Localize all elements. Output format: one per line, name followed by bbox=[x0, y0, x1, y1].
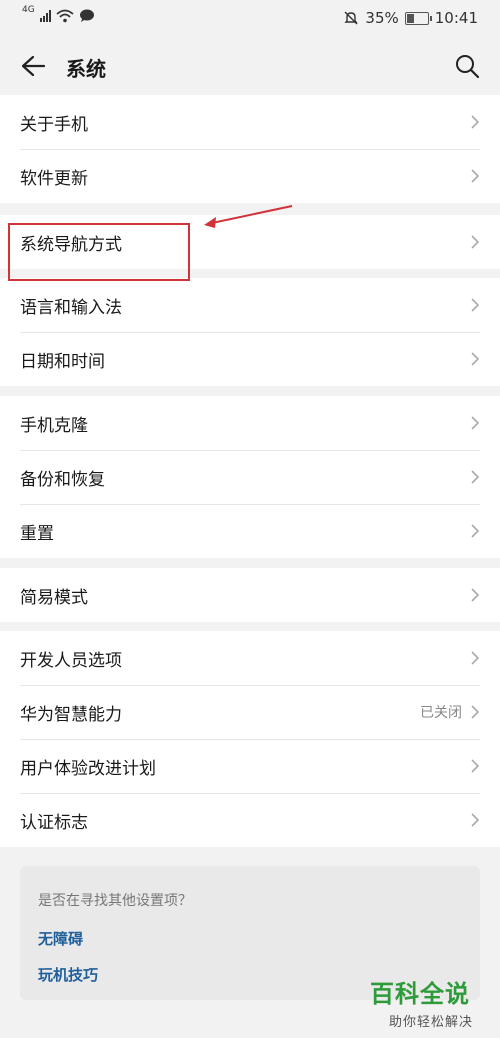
mute-icon bbox=[344, 11, 359, 25]
settings-group-about: 关于手机 软件更新 bbox=[0, 95, 500, 203]
settings-item-software-update[interactable]: 软件更新 bbox=[0, 149, 500, 203]
settings-item-phone-clone[interactable]: 手机克隆 bbox=[0, 396, 500, 450]
chevron-right-icon bbox=[471, 298, 480, 312]
network-type: 4G bbox=[22, 5, 35, 15]
settings-item-label: 开发人员选项 bbox=[20, 650, 122, 671]
settings-item-huawei-smart[interactable]: 华为智慧能力 已关闭 bbox=[0, 685, 500, 739]
settings-item-language-input[interactable]: 语言和输入法 bbox=[0, 278, 500, 332]
chevron-right-icon bbox=[471, 352, 480, 366]
annotation-highlight-box bbox=[8, 223, 190, 281]
settings-item-label: 重置 bbox=[20, 523, 54, 544]
settings-group-language: 语言和输入法 日期和时间 bbox=[0, 278, 500, 386]
settings-group-simple: 简易模式 bbox=[0, 568, 500, 622]
suggestions-title: 是否在寻找其他设置项？ bbox=[38, 893, 192, 909]
settings-item-simple-mode[interactable]: 简易模式 bbox=[0, 568, 500, 622]
watermark-sub: 助你轻松解决 bbox=[388, 1015, 473, 1030]
settings-item-label: 华为智慧能力 bbox=[20, 704, 122, 725]
settings-item-label: 语言和输入法 bbox=[20, 297, 122, 318]
page-title: 系统 bbox=[66, 57, 106, 81]
suggestion-link-accessibility[interactable]: 无障碍 bbox=[38, 928, 83, 949]
chevron-right-icon bbox=[471, 416, 480, 430]
battery-icon bbox=[404, 11, 432, 25]
settings-item-label: 简易模式 bbox=[20, 587, 88, 608]
settings-item-label: 认证标志 bbox=[20, 812, 88, 833]
settings-item-label: 备份和恢复 bbox=[20, 469, 105, 490]
wifi-icon bbox=[56, 9, 74, 23]
settings-group-advanced: 开发人员选项 华为智慧能力 已关闭 用户体验改进计划 认证标志 bbox=[0, 631, 500, 847]
settings-item-label: 日期和时间 bbox=[20, 351, 105, 372]
settings-item-date-time[interactable]: 日期和时间 bbox=[0, 332, 500, 386]
clock: 10:41 bbox=[434, 9, 478, 27]
chevron-right-icon bbox=[471, 169, 480, 183]
chevron-right-icon bbox=[471, 705, 480, 719]
battery-percent: 35% bbox=[365, 9, 399, 27]
suggestion-link-tips[interactable]: 玩机技巧 bbox=[38, 964, 98, 985]
status-bar: 4G 35% 10:41 bbox=[0, 0, 500, 38]
search-icon[interactable] bbox=[454, 53, 480, 79]
settings-item-label: 软件更新 bbox=[20, 168, 88, 189]
watermark-main: 百科全说 bbox=[370, 980, 470, 1008]
chevron-right-icon bbox=[471, 235, 480, 249]
settings-item-status: 已关闭 bbox=[420, 705, 462, 721]
message-icon bbox=[79, 9, 94, 22]
settings-item-user-experience[interactable]: 用户体验改进计划 bbox=[0, 739, 500, 793]
app-header: 系统 bbox=[0, 38, 500, 94]
signal-icon bbox=[39, 10, 51, 22]
settings-item-label: 关于手机 bbox=[20, 114, 88, 135]
chevron-right-icon bbox=[471, 524, 480, 538]
back-arrow-icon[interactable] bbox=[20, 54, 46, 78]
settings-item-reset[interactable]: 重置 bbox=[0, 504, 500, 558]
chevron-right-icon bbox=[471, 813, 480, 827]
settings-item-about-phone[interactable]: 关于手机 bbox=[0, 95, 500, 149]
watermark-logo: 百科全说 助你轻松解决 bbox=[370, 974, 492, 1034]
chevron-right-icon bbox=[471, 759, 480, 773]
settings-item-certification[interactable]: 认证标志 bbox=[0, 793, 500, 847]
chevron-right-icon bbox=[471, 115, 480, 129]
chevron-right-icon bbox=[471, 470, 480, 484]
chevron-right-icon bbox=[471, 588, 480, 602]
settings-item-backup-restore[interactable]: 备份和恢复 bbox=[0, 450, 500, 504]
settings-group-backup: 手机克隆 备份和恢复 重置 bbox=[0, 396, 500, 558]
settings-item-developer-options[interactable]: 开发人员选项 bbox=[0, 631, 500, 685]
chevron-right-icon bbox=[471, 651, 480, 665]
settings-item-label: 手机克隆 bbox=[20, 415, 88, 436]
settings-item-label: 用户体验改进计划 bbox=[20, 758, 156, 779]
